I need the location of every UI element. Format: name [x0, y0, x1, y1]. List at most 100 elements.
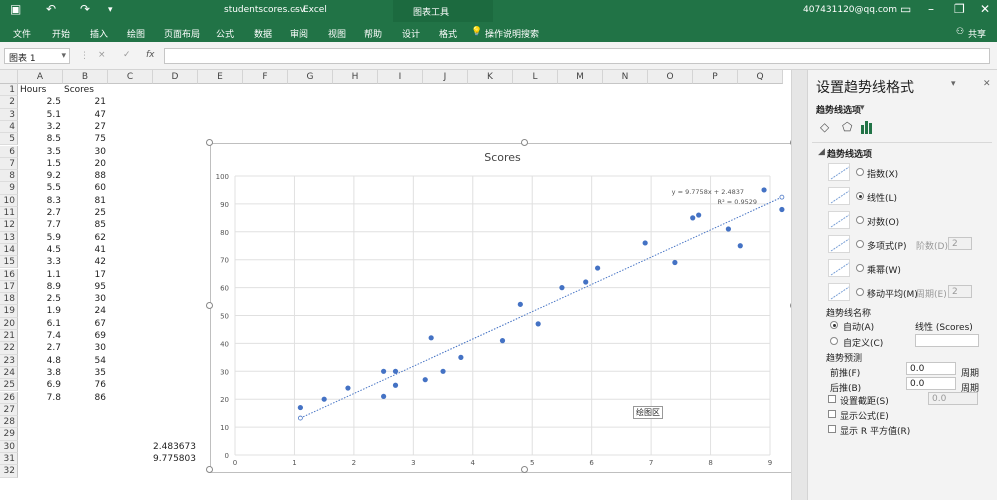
trend-type-radio[interactable]: [856, 264, 864, 272]
column-header-e[interactable]: E: [198, 70, 243, 84]
ribbon-display-icon[interactable]: ▭: [900, 2, 911, 16]
column-header-m[interactable]: M: [558, 70, 603, 84]
row-header-22[interactable]: 22: [0, 342, 18, 355]
tell-me-search[interactable]: 操作说明搜索: [485, 27, 539, 40]
tab-format[interactable]: 格式: [439, 27, 457, 40]
trend-type-thumbnail[interactable]: [828, 283, 850, 301]
share-button[interactable]: 共享: [968, 27, 986, 40]
cell-scores[interactable]: 41: [63, 244, 106, 256]
cell-hours[interactable]: 1.9: [18, 305, 61, 317]
cell-hours[interactable]: 3.8: [18, 367, 61, 379]
options-dropdown[interactable]: 趋势线选项: [816, 103, 861, 116]
row-header-32[interactable]: 32: [0, 465, 18, 478]
column-header-f[interactable]: F: [243, 70, 288, 84]
options-dropdown-icon[interactable]: ▾: [860, 103, 865, 113]
cell-scores[interactable]: 30: [63, 146, 106, 158]
trend-type-thumbnail[interactable]: [828, 163, 850, 181]
cell-hours[interactable]: 9.2: [18, 170, 61, 182]
cell-hours[interactable]: 2.5: [18, 293, 61, 305]
account-email[interactable]: 407431120@qq.com: [803, 5, 897, 15]
trend-type-thumbnail[interactable]: [828, 235, 850, 253]
close-icon[interactable]: ✕: [980, 2, 990, 16]
row-header-31[interactable]: 31: [0, 453, 18, 466]
cell-hours[interactable]: 3.2: [18, 121, 61, 133]
cell-scores[interactable]: 60: [63, 182, 106, 194]
trend-type-thumbnail[interactable]: [828, 187, 850, 205]
cell-scores[interactable]: 95: [63, 281, 106, 293]
column-header-k[interactable]: K: [468, 70, 513, 84]
cell-scores[interactable]: 21: [63, 96, 106, 108]
cell-scores[interactable]: 81: [63, 195, 106, 207]
chart-resize-handle-left[interactable]: [206, 302, 213, 309]
cell-scores[interactable]: 88: [63, 170, 106, 182]
chart-resize-handle-tl[interactable]: [206, 139, 213, 146]
row-header-4[interactable]: 4: [0, 120, 18, 134]
column-header-o[interactable]: O: [648, 70, 693, 84]
row-header-25[interactable]: 25: [0, 379, 18, 392]
cell-b1-header[interactable]: Scores: [64, 84, 107, 96]
trend-type-thumbnail[interactable]: [828, 211, 850, 229]
row-header-19[interactable]: 19: [0, 305, 18, 318]
tab-review[interactable]: 审阅: [290, 27, 308, 40]
cell-hours[interactable]: 3.3: [18, 256, 61, 268]
row-header-13[interactable]: 13: [0, 231, 18, 244]
column-header-q[interactable]: Q: [738, 70, 783, 84]
pane-close-icon[interactable]: ✕: [983, 79, 991, 89]
cell-hours[interactable]: 1.5: [18, 158, 61, 170]
column-header-i[interactable]: I: [378, 70, 423, 84]
cell-scores[interactable]: 17: [63, 269, 106, 281]
set-intercept-checkbox[interactable]: [828, 395, 836, 403]
cell-hours[interactable]: 7.8: [18, 392, 61, 404]
vertical-scrollbar[interactable]: [791, 70, 807, 500]
row-header-23[interactable]: 23: [0, 354, 18, 367]
effects-icon[interactable]: ⬠: [842, 120, 852, 134]
auto-name-radio[interactable]: [830, 321, 838, 329]
qat-more-icon[interactable]: ▾: [108, 5, 113, 15]
cell-hours[interactable]: 1.1: [18, 269, 61, 281]
cell-scores[interactable]: 30: [63, 293, 106, 305]
column-header-h[interactable]: H: [333, 70, 378, 84]
section-header[interactable]: 趋势线选项: [827, 147, 872, 160]
cell-a1-header[interactable]: Hours: [20, 84, 63, 96]
cell-scores[interactable]: 42: [63, 256, 106, 268]
cell-hours[interactable]: 5.5: [18, 182, 61, 194]
cell-hours[interactable]: 6.9: [18, 379, 61, 391]
trend-param-input[interactable]: 2: [948, 285, 972, 298]
tab-insert[interactable]: 插入: [90, 27, 108, 40]
cell-hours[interactable]: 2.5: [18, 96, 61, 108]
column-header-a[interactable]: A: [18, 70, 63, 84]
row-header-12[interactable]: 12: [0, 219, 18, 232]
tab-home[interactable]: 开始: [52, 27, 70, 40]
cell-scores[interactable]: 35: [63, 367, 106, 379]
cell-scores[interactable]: 86: [63, 392, 106, 404]
enter-icon[interactable]: ✓: [123, 50, 131, 60]
cell-scores[interactable]: 27: [63, 121, 106, 133]
cell-scores[interactable]: 20: [63, 158, 106, 170]
column-header-j[interactable]: J: [423, 70, 468, 84]
show-equation-checkbox[interactable]: [828, 410, 836, 418]
cell-scores[interactable]: 67: [63, 318, 106, 330]
forward-input[interactable]: 0.0: [906, 362, 956, 375]
trend-type-radio[interactable]: [856, 192, 864, 200]
show-r-squared-checkbox[interactable]: [828, 425, 836, 433]
cell-scores[interactable]: 30: [63, 342, 106, 354]
tab-view[interactable]: 视图: [328, 27, 346, 40]
column-header-c[interactable]: C: [108, 70, 153, 84]
cell-hours[interactable]: 4.5: [18, 244, 61, 256]
select-all-corner[interactable]: [0, 70, 18, 84]
cell-hours[interactable]: 8.5: [18, 133, 61, 145]
custom-name-radio[interactable]: [830, 337, 838, 345]
cell-hours[interactable]: 7.4: [18, 330, 61, 342]
restore-icon[interactable]: ❐: [954, 2, 965, 16]
row-header-21[interactable]: 21: [0, 330, 18, 343]
row-header-28[interactable]: 28: [0, 416, 18, 429]
tab-design[interactable]: 设计: [402, 27, 420, 40]
cell-hours[interactable]: 2.7: [18, 342, 61, 354]
name-box[interactable]: 图表 1 ▾: [4, 48, 70, 64]
trendline-options-icon[interactable]: [859, 120, 875, 134]
cell-hours[interactable]: 6.1: [18, 318, 61, 330]
formula-input[interactable]: [164, 48, 990, 64]
cell-scores[interactable]: 25: [63, 207, 106, 219]
redo-icon[interactable]: ↷: [80, 2, 90, 16]
trend-type-radio[interactable]: [856, 240, 864, 248]
